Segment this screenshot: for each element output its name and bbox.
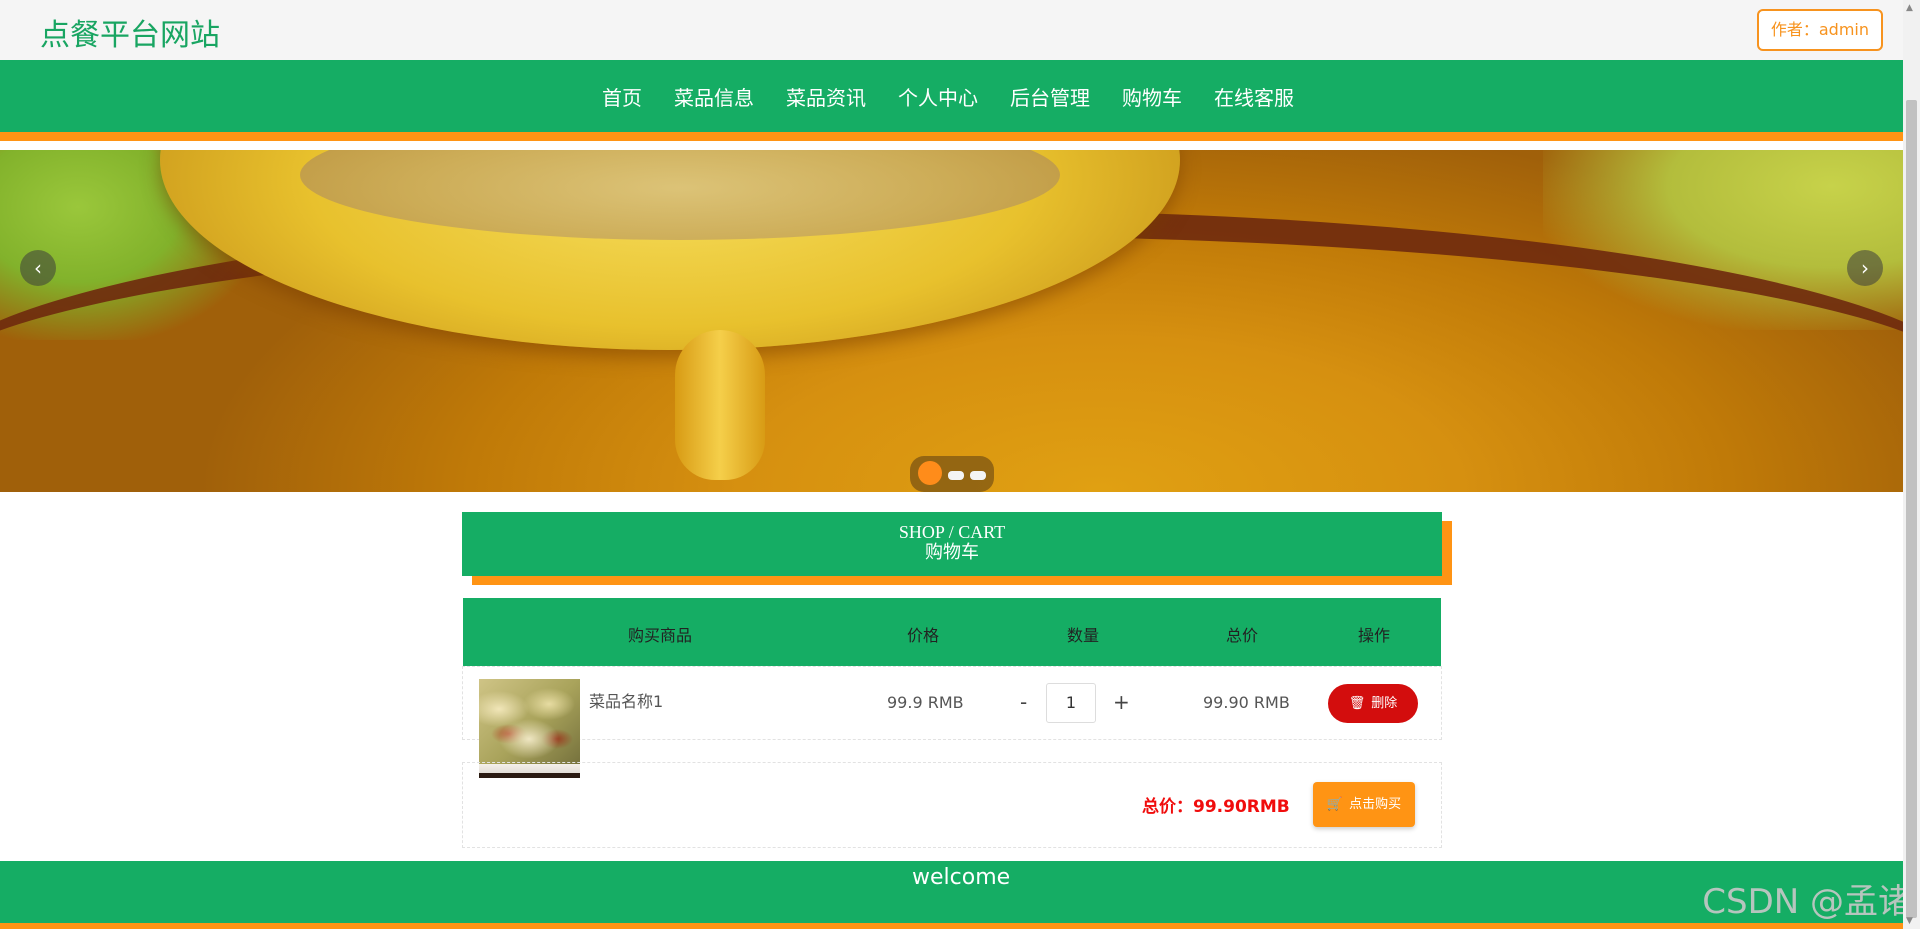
quantity-increase-button[interactable]: + <box>1113 690 1130 714</box>
chevron-left-icon[interactable]: ‹ <box>20 250 56 286</box>
quantity-decrease-button[interactable]: - <box>1020 690 1027 714</box>
vertical-scrollbar[interactable]: ▲ ▼ <box>1903 0 1920 929</box>
cart-item-subtotal: 99.90 RMB <box>1203 693 1290 712</box>
quantity-input[interactable]: 1 <box>1046 683 1096 723</box>
footer-welcome: welcome <box>912 865 1011 890</box>
cart-total: 总价：99.90RMB <box>1142 797 1290 817</box>
column-header-total: 总价 <box>1226 626 1259 645</box>
cart-table-header: 购买商品 价格 数量 总价 操作 <box>463 598 1441 666</box>
watermark: CSDN @孟诸 <box>1702 882 1912 922</box>
carousel-dot-3[interactable] <box>970 471 986 480</box>
delete-button-label: 删除 <box>1371 696 1398 711</box>
column-header-quantity: 数量 <box>1067 626 1100 645</box>
nav-item-dish-info[interactable]: 菜品信息 <box>674 82 754 111</box>
carousel-dot-1[interactable] <box>918 461 942 485</box>
nav-item-cart[interactable]: 购物车 <box>1122 82 1182 111</box>
cart-item-price: 99.9 RMB <box>887 693 964 712</box>
footer: welcome <box>0 861 1903 929</box>
site-logo-title[interactable]: 点餐平台网站 <box>40 10 220 54</box>
column-header-price: 价格 <box>907 626 940 645</box>
nav-item-dish-news[interactable]: 菜品资讯 <box>786 82 866 111</box>
cart-item-name[interactable]: 菜品名称1 <box>589 688 663 712</box>
scroll-thumb[interactable] <box>1906 100 1917 918</box>
cart-summary <box>462 762 1442 848</box>
page: 点餐平台网站 作者：admin 首页 菜品信息 菜品资讯 个人中心 后台管理 购… <box>0 0 1920 929</box>
chevron-right-icon[interactable]: › <box>1847 250 1883 286</box>
column-header-product: 购买商品 <box>628 626 693 645</box>
shopping-cart-icon: 🛒 <box>1326 797 1344 812</box>
section-header: SHOP / CART 购物车 <box>462 512 1442 576</box>
checkout-button-label: 点击购买 <box>1349 797 1402 812</box>
delete-button[interactable]: 🗑 删除 <box>1328 684 1418 723</box>
scroll-down-icon[interactable]: ▼ <box>1906 916 1913 926</box>
carousel-dot-2[interactable] <box>948 471 964 480</box>
nav-item-admin[interactable]: 后台管理 <box>1010 82 1090 111</box>
nav-item-customer-service[interactable]: 在线客服 <box>1214 82 1294 111</box>
author-button[interactable]: 作者：admin <box>1756 9 1883 51</box>
trash-icon: 🗑 <box>1348 696 1366 711</box>
top-bar: 点餐平台网站 作者：admin <box>0 0 1903 60</box>
nav-item-home[interactable]: 首页 <box>602 82 642 111</box>
section-title-en: SHOP / CART <box>898 522 1006 542</box>
banner-carousel[interactable]: ‹ › <box>0 150 1903 492</box>
main-nav: 首页 菜品信息 菜品资讯 个人中心 后台管理 购物车 在线客服 <box>0 60 1903 141</box>
section-title-cn: 购物车 <box>925 542 979 563</box>
column-header-action: 操作 <box>1358 626 1391 645</box>
scroll-up-icon[interactable]: ▲ <box>1906 3 1913 13</box>
soup-drip-graphic <box>675 330 765 480</box>
checkout-button[interactable]: 🛒 点击购买 <box>1313 782 1415 827</box>
nav-item-personal-center[interactable]: 个人中心 <box>898 82 978 111</box>
carousel-indicators <box>910 456 994 492</box>
